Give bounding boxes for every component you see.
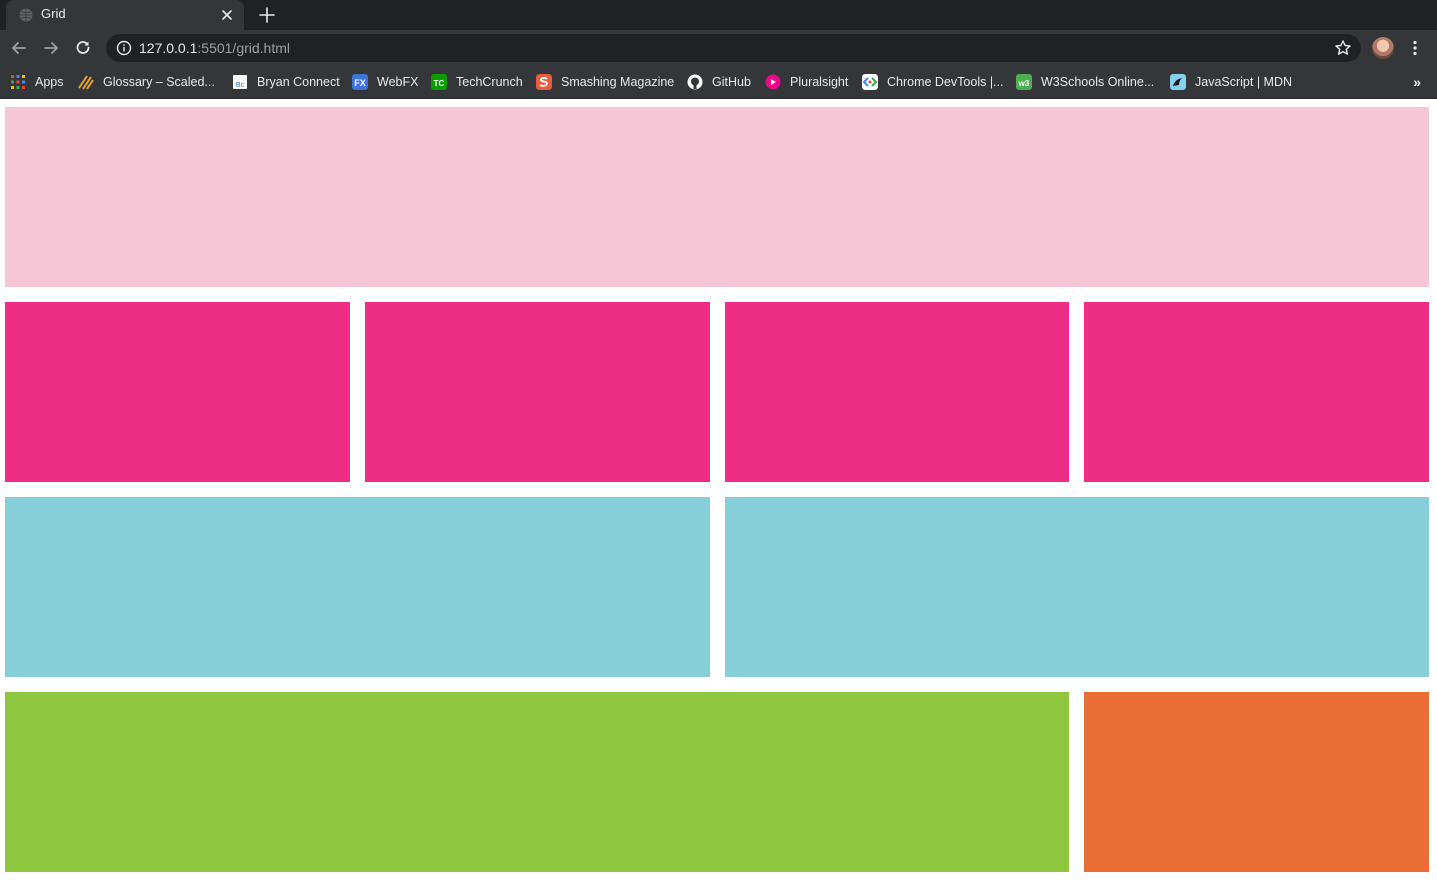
webfx-icon: FX <box>352 74 368 90</box>
info-icon[interactable] <box>116 40 132 56</box>
tab-strip: Grid <box>0 0 1437 30</box>
bookmarks-bar: Apps Glossary – Scaled... Bc Bryan Conne… <box>0 66 1437 99</box>
grid-half-block-left <box>5 497 710 677</box>
kebab-menu-icon[interactable] <box>1406 39 1424 57</box>
bookmark-label: WebFX <box>377 75 419 89</box>
browser-toolbar: 127.0.0.1:5501/grid.html <box>0 30 1437 66</box>
bookmark-label: Smashing Magazine <box>561 75 675 89</box>
github-icon <box>687 74 703 90</box>
browser-tab[interactable]: Grid <box>6 0 244 30</box>
smashing-magazine-icon <box>536 74 552 90</box>
new-tab-plus-icon[interactable] <box>256 4 278 26</box>
mdn-icon <box>1170 74 1186 90</box>
profile-avatar[interactable] <box>1372 37 1394 59</box>
grid-card-4 <box>1084 302 1429 482</box>
page-viewport <box>0 99 1437 888</box>
bookmark-label: TechCrunch <box>456 75 523 89</box>
svg-text:FX: FX <box>354 78 366 88</box>
back-arrow-icon[interactable] <box>9 38 29 58</box>
url-text[interactable]: 127.0.0.1:5501/grid.html <box>139 40 290 56</box>
bookmark-label: Bryan Connect <box>257 75 340 89</box>
bookmark-github[interactable]: GitHub <box>687 72 751 92</box>
bookmark-label: W3Schools Online... <box>1041 75 1155 89</box>
bookmarks-overflow-chevron-icon[interactable]: » <box>1413 74 1421 90</box>
bookmark-label: Chrome DevTools |... <box>887 75 1004 89</box>
svg-text:Bc: Bc <box>236 82 245 89</box>
bookmark-chrome-devtools[interactable]: Chrome DevTools |... <box>862 72 1003 92</box>
grid-main-block <box>5 692 1069 872</box>
bookmark-label: Apps <box>35 75 64 89</box>
bookmark-label: Glossary – Scaled... <box>103 75 215 89</box>
reload-icon[interactable] <box>73 38 93 58</box>
bookmark-webfx[interactable]: FX WebFX <box>352 72 418 92</box>
grid-card-3 <box>725 302 1069 482</box>
bookmark-smashing-magazine[interactable]: Smashing Magazine <box>536 72 674 92</box>
svg-text:w3: w3 <box>1018 79 1030 88</box>
grid-card-1 <box>5 302 350 482</box>
grid-half-block-right <box>725 497 1429 677</box>
bookmark-techcrunch[interactable]: TC TechCrunch <box>431 72 523 92</box>
address-bar[interactable]: 127.0.0.1:5501/grid.html <box>106 34 1361 62</box>
w3schools-icon: w3 <box>1016 74 1032 90</box>
bookmark-label: GitHub <box>712 75 751 89</box>
grid-header-block <box>5 107 1429 287</box>
bryan-connect-icon: Bc <box>233 75 247 89</box>
tab-title: Grid <box>41 6 66 21</box>
bookmark-pluralsight[interactable]: Pluralsight <box>765 72 848 92</box>
url-host: 127.0.0.1 <box>139 40 198 56</box>
bookmark-w3schools[interactable]: w3 W3Schools Online... <box>1016 72 1154 92</box>
glossary-icon <box>78 75 94 90</box>
forward-arrow-icon[interactable] <box>41 38 61 58</box>
apps-grid-icon <box>11 75 25 89</box>
bookmark-glossary[interactable]: Glossary – Scaled... <box>78 72 215 92</box>
pluralsight-icon <box>765 74 781 90</box>
bookmark-apps[interactable]: Apps <box>10 72 64 92</box>
url-path: :5501/grid.html <box>197 40 290 56</box>
svg-text:TC: TC <box>434 79 445 88</box>
grid-side-block <box>1084 692 1429 872</box>
bookmark-label: JavaScript | MDN <box>1195 75 1293 89</box>
grid-card-2 <box>365 302 710 482</box>
chrome-devtools-icon <box>862 74 878 90</box>
bookmark-label: Pluralsight <box>790 75 849 89</box>
star-icon[interactable] <box>1334 39 1352 57</box>
bookmark-bryan-connect[interactable]: Bc Bryan Connect <box>232 72 340 92</box>
globe-icon <box>19 8 33 22</box>
techcrunch-icon: TC <box>431 74 447 90</box>
bookmark-mdn[interactable]: JavaScript | MDN <box>1170 72 1292 92</box>
close-icon[interactable] <box>218 6 236 24</box>
